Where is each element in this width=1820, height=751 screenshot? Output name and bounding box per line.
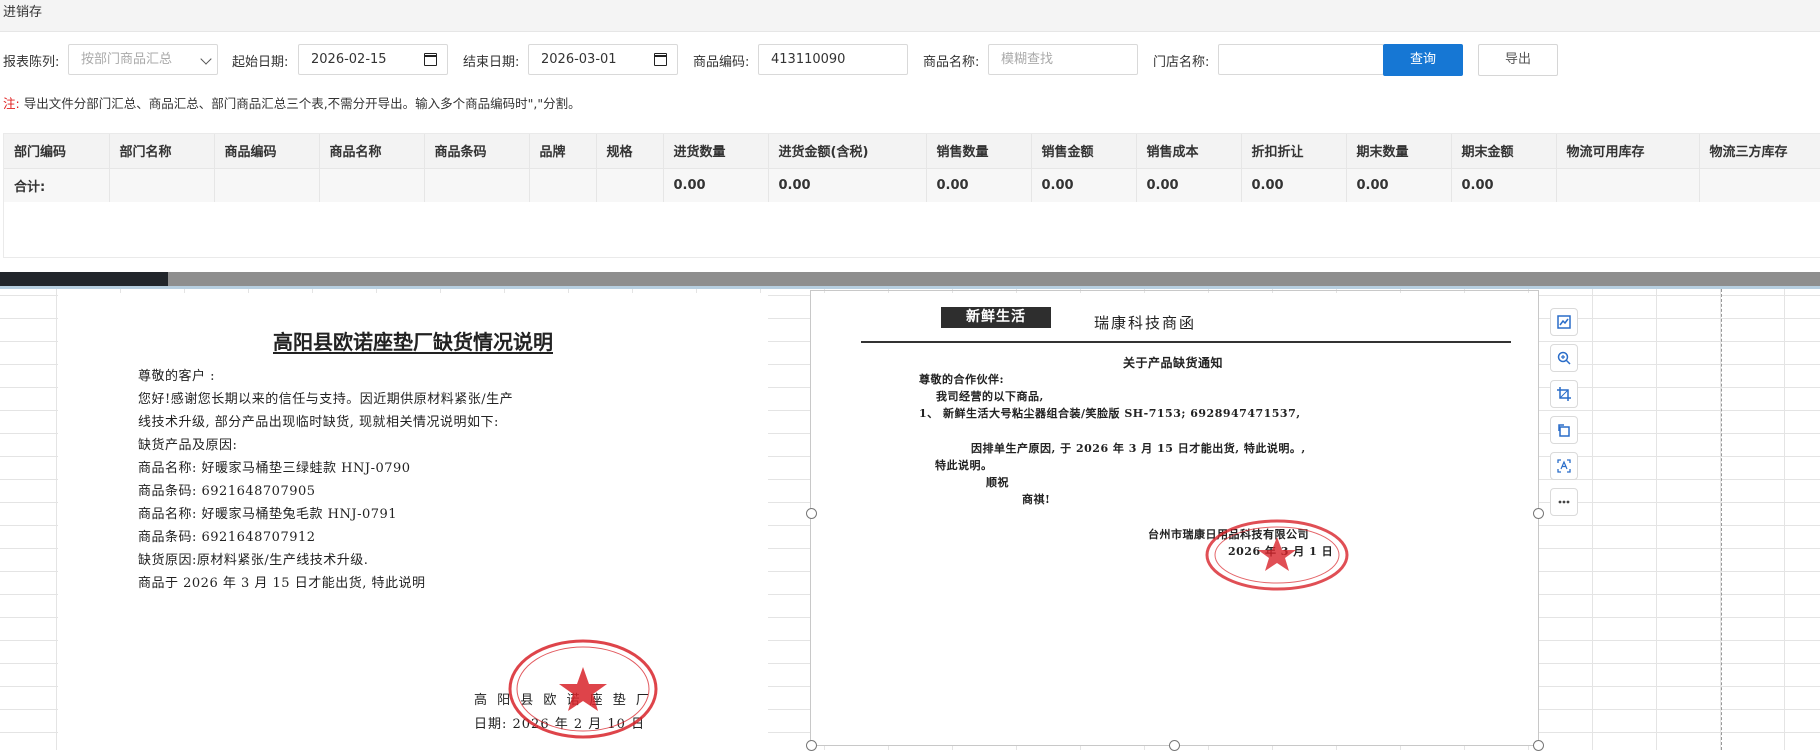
column-header[interactable]: 销售金额 xyxy=(1031,134,1137,169)
table-cell: 0.00 xyxy=(768,168,927,202)
chart-icon[interactable] xyxy=(1550,308,1578,336)
chevron-down-icon xyxy=(200,53,212,65)
column-header[interactable]: 商品条码 xyxy=(424,134,530,169)
zoom-in-icon[interactable] xyxy=(1550,344,1578,372)
resize-handle[interactable] xyxy=(806,740,817,751)
column-header[interactable]: 商品名称 xyxy=(319,134,425,169)
column-header[interactable]: 物流三方库存 xyxy=(1699,134,1820,169)
table-cell xyxy=(319,168,425,202)
company-stamp-icon xyxy=(508,639,658,739)
resize-handle[interactable] xyxy=(1169,740,1180,751)
export-button[interactable]: 导出 xyxy=(1478,44,1558,76)
query-button[interactable]: 查询 xyxy=(1383,44,1463,76)
column-header[interactable]: 规格 xyxy=(596,134,664,169)
start-date-value: 2026-02-15 xyxy=(311,52,387,67)
shortage-notice-image-1[interactable]: 高阳县欧诺座垫厂缺货情况说明 尊敬的客户 : 您好!感谢您长期以来的信任与支持。… xyxy=(58,293,768,750)
resize-handle[interactable] xyxy=(1533,740,1544,751)
rotate-icon[interactable] xyxy=(1550,416,1578,444)
end-date-input[interactable]: 2026-03-01 xyxy=(528,44,678,75)
page-break-line xyxy=(1721,289,1722,750)
column-header[interactable]: 部门编码 xyxy=(4,134,110,169)
calendar-icon[interactable] xyxy=(654,53,667,66)
doc1-line: 缺货产品及原因: xyxy=(138,438,238,453)
column-header[interactable]: 商品编码 xyxy=(214,134,320,169)
image-selection-frame xyxy=(810,290,1539,746)
more-icon[interactable] xyxy=(1550,488,1578,516)
product-code-label: 商品编码: xyxy=(693,55,750,70)
doc1-line: 线技术升级, 部分产品出现临时缺货, 现就相关情况说明如下: xyxy=(138,415,499,430)
product-name-placeholder: 模糊查找 xyxy=(1001,52,1054,67)
report-type-label: 报表陈列: xyxy=(3,55,60,70)
report-type-select[interactable]: 按部门商品汇总 xyxy=(68,44,218,75)
column-header[interactable]: 进货数量 xyxy=(663,134,769,169)
table-cell xyxy=(1699,168,1820,202)
end-date-label: 结束日期: xyxy=(463,55,520,70)
table-cell xyxy=(214,168,320,202)
resize-handle[interactable] xyxy=(806,508,817,519)
start-date-input[interactable]: 2026-02-15 xyxy=(298,44,448,75)
report-type-value: 按部门商品汇总 xyxy=(81,52,173,67)
table-cell: 0.00 xyxy=(1136,168,1242,202)
note-text: 注: 导出文件分部门汇总、商品汇总、部门商品汇总三个表,不需分开导出。输入多个商… xyxy=(3,93,581,112)
ocr-icon[interactable] xyxy=(1550,452,1578,480)
table-header-row: 部门编码 部门名称 商品编码 商品名称 商品条码 品牌 规格 进货数量 进货金额… xyxy=(4,134,1820,169)
doc1-line: 商品名称: 好暖家马桶垫三绿蛙款 HNJ-0790 xyxy=(138,461,411,476)
report-grid: 部门编码 部门名称 商品编码 商品名称 商品条码 品牌 规格 进货数量 进货金额… xyxy=(3,133,1820,258)
table-cell: 合计: xyxy=(4,168,110,202)
doc1-title: 高阳县欧诺座垫厂缺货情况说明 xyxy=(273,330,553,354)
column-header[interactable]: 部门名称 xyxy=(109,134,215,169)
table-cell: 0.00 xyxy=(1031,168,1137,202)
image-toolbar xyxy=(1550,300,1580,520)
note-body: 导出文件分部门汇总、商品汇总、部门商品汇总三个表,不需分开导出。输入多个商品编码… xyxy=(23,96,581,111)
store-name-label: 门店名称: xyxy=(1153,55,1210,70)
product-code-value: 413110090 xyxy=(771,52,846,67)
table-total-row: 合计: 0.00 0.00 0.00 0.00 0.00 0.00 0.00 0… xyxy=(4,168,1820,202)
table-cell: 0.00 xyxy=(1451,168,1557,202)
table-cell: 0.00 xyxy=(663,168,769,202)
table-cell xyxy=(596,168,664,202)
end-date-value: 2026-03-01 xyxy=(541,52,617,67)
product-code-input[interactable]: 413110090 xyxy=(758,44,908,75)
column-header[interactable]: 销售数量 xyxy=(926,134,1032,169)
column-header[interactable]: 物流可用库存 xyxy=(1556,134,1700,169)
resize-handle[interactable] xyxy=(1533,508,1544,519)
column-header[interactable]: 期末金额 xyxy=(1451,134,1557,169)
doc1-line: 缺货原因:原材料紧张/生产线技术升级. xyxy=(138,553,369,568)
start-date-label: 起始日期: xyxy=(232,55,289,70)
calendar-icon[interactable] xyxy=(424,53,437,66)
product-name-input[interactable]: 模糊查找 xyxy=(988,44,1138,75)
table-cell xyxy=(529,168,597,202)
column-header[interactable]: 进货金额(含税) xyxy=(768,134,927,169)
horizontal-scrollbar[interactable] xyxy=(0,272,1820,286)
doc1-line: 商品于 2026 年 3 月 15 日才能出货, 特此说明 xyxy=(138,576,426,591)
store-name-input[interactable] xyxy=(1218,44,1384,75)
doc1-line: 尊敬的客户 : xyxy=(138,369,216,384)
doc1-line: 商品条码: 6921648707912 xyxy=(138,530,316,545)
filter-bar: 报表陈列: 按部门商品汇总 起始日期: 2026-02-15 结束日期: 202… xyxy=(0,42,1820,76)
table-cell xyxy=(424,168,530,202)
doc1-line: 商品名称: 好暖家马桶垫兔毛款 HNJ-0791 xyxy=(138,507,398,522)
note-prefix: 注: xyxy=(3,96,20,111)
table-cell: 0.00 xyxy=(926,168,1032,202)
column-header[interactable]: 期末数量 xyxy=(1346,134,1452,169)
crop-icon[interactable] xyxy=(1550,380,1578,408)
table-cell: 0.00 xyxy=(1346,168,1452,202)
doc1-line: 您好!感谢您长期以来的信任与支持。因近期供原材料紧张/生产 xyxy=(138,392,514,407)
table-cell xyxy=(1556,168,1700,202)
column-header[interactable]: 销售成本 xyxy=(1136,134,1242,169)
app-title: 进销存 xyxy=(0,0,1820,32)
column-header[interactable]: 品牌 xyxy=(529,134,597,169)
doc1-line: 商品条码: 6921648707905 xyxy=(138,484,316,499)
table-cell: 0.00 xyxy=(1241,168,1347,202)
column-header[interactable]: 折扣折让 xyxy=(1241,134,1347,169)
scrollbar-thumb[interactable] xyxy=(0,272,168,286)
table-cell xyxy=(109,168,215,202)
product-name-label: 商品名称: xyxy=(923,55,980,70)
